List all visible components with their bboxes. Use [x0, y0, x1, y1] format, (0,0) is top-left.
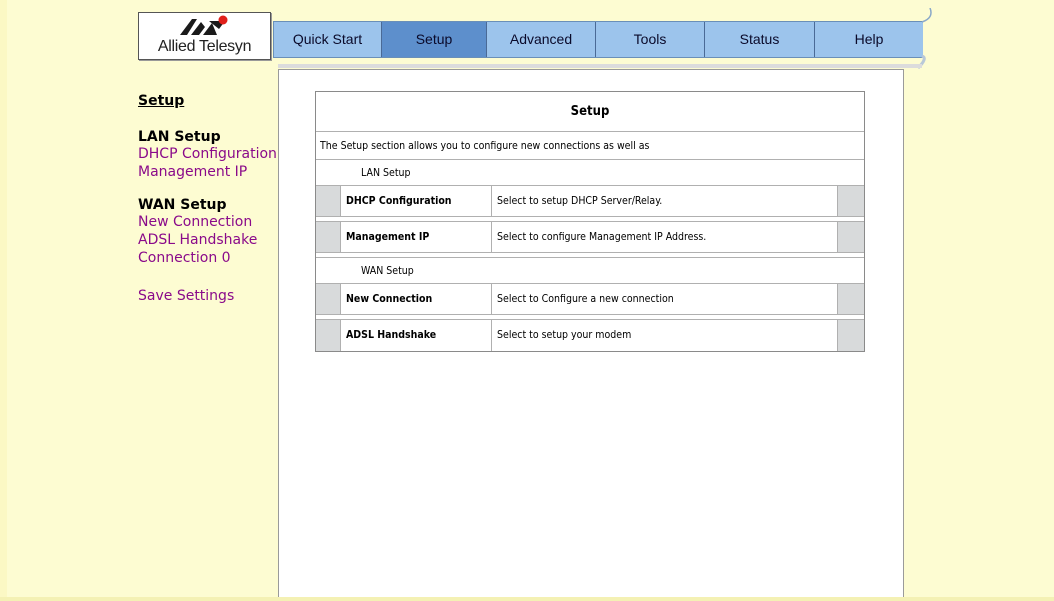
row-left-cell: [316, 284, 341, 314]
group-label-lan: LAN Setup: [316, 160, 864, 186]
item-name-management-ip[interactable]: Management IP: [341, 222, 492, 252]
main-nav-tabs: Quick Start Setup Advanced Tools Status …: [273, 21, 923, 58]
sidebar-link-dhcp-configuration[interactable]: DHCP Configuration: [138, 145, 278, 163]
sidebar-link-new-connection[interactable]: New Connection: [138, 213, 278, 231]
tab-help[interactable]: Help: [815, 22, 923, 57]
content-top-shadow: [278, 64, 922, 68]
setup-description: The Setup section allows you to configur…: [316, 132, 864, 160]
setup-table-title: Setup: [316, 92, 864, 132]
page-left-edge: [0, 0, 7, 601]
item-name-dhcp-configuration[interactable]: DHCP Configuration: [341, 186, 492, 216]
table-row: New Connection Select to Configure a new…: [316, 284, 864, 315]
sidebar-link-save-settings[interactable]: Save Settings: [138, 287, 278, 305]
sidebar-link-connection-0[interactable]: Connection 0: [138, 249, 278, 267]
tabbar-corner-curve: [918, 8, 932, 70]
sidebar-link-management-ip[interactable]: Management IP: [138, 163, 278, 181]
row-select-button[interactable]: [837, 222, 864, 252]
row-left-cell: [316, 222, 341, 252]
item-desc: Select to setup your modem: [497, 329, 632, 341]
row-select-button[interactable]: [837, 284, 864, 314]
allied-telesyn-logo-icon: [180, 15, 228, 35]
row-select-button[interactable]: [837, 186, 864, 216]
page-bottom-edge: [0, 597, 1054, 601]
sidebar-link-adsl-handshake[interactable]: ADSL Handshake: [138, 231, 278, 249]
table-row: DHCP Configuration Select to setup DHCP …: [316, 186, 864, 217]
tab-quick-start[interactable]: Quick Start: [274, 22, 382, 57]
row-select-button[interactable]: [837, 320, 864, 351]
item-name-adsl-handshake[interactable]: ADSL Handshake: [341, 320, 492, 351]
group-label-wan: WAN Setup: [316, 258, 864, 284]
setup-table: Setup The Setup section allows you to co…: [315, 91, 865, 352]
item-desc: Select to configure Management IP Addres…: [497, 231, 707, 243]
item-desc: Select to Configure a new connection: [497, 293, 674, 305]
sidebar: Setup LAN Setup DHCP Configuration Manag…: [138, 93, 278, 305]
brand-logo[interactable]: Allied Telesyn: [138, 12, 271, 60]
sidebar-heading-wan: WAN Setup: [138, 197, 227, 213]
row-left-cell: [316, 186, 341, 216]
item-desc: Select to setup DHCP Server/Relay.: [497, 195, 663, 207]
sidebar-heading-lan: LAN Setup: [138, 129, 221, 145]
row-left-cell: [316, 320, 341, 351]
sidebar-title[interactable]: Setup: [138, 93, 278, 109]
brand-name: Allied Telesyn: [157, 38, 252, 55]
tab-setup[interactable]: Setup: [382, 22, 487, 57]
table-row: Management IP Select to configure Manage…: [316, 222, 864, 253]
tab-status[interactable]: Status: [705, 22, 815, 57]
item-name-new-connection[interactable]: New Connection: [341, 284, 492, 314]
tab-advanced[interactable]: Advanced: [487, 22, 596, 57]
tab-tools[interactable]: Tools: [596, 22, 705, 57]
table-row: ADSL Handshake Select to setup your mode…: [316, 320, 864, 351]
